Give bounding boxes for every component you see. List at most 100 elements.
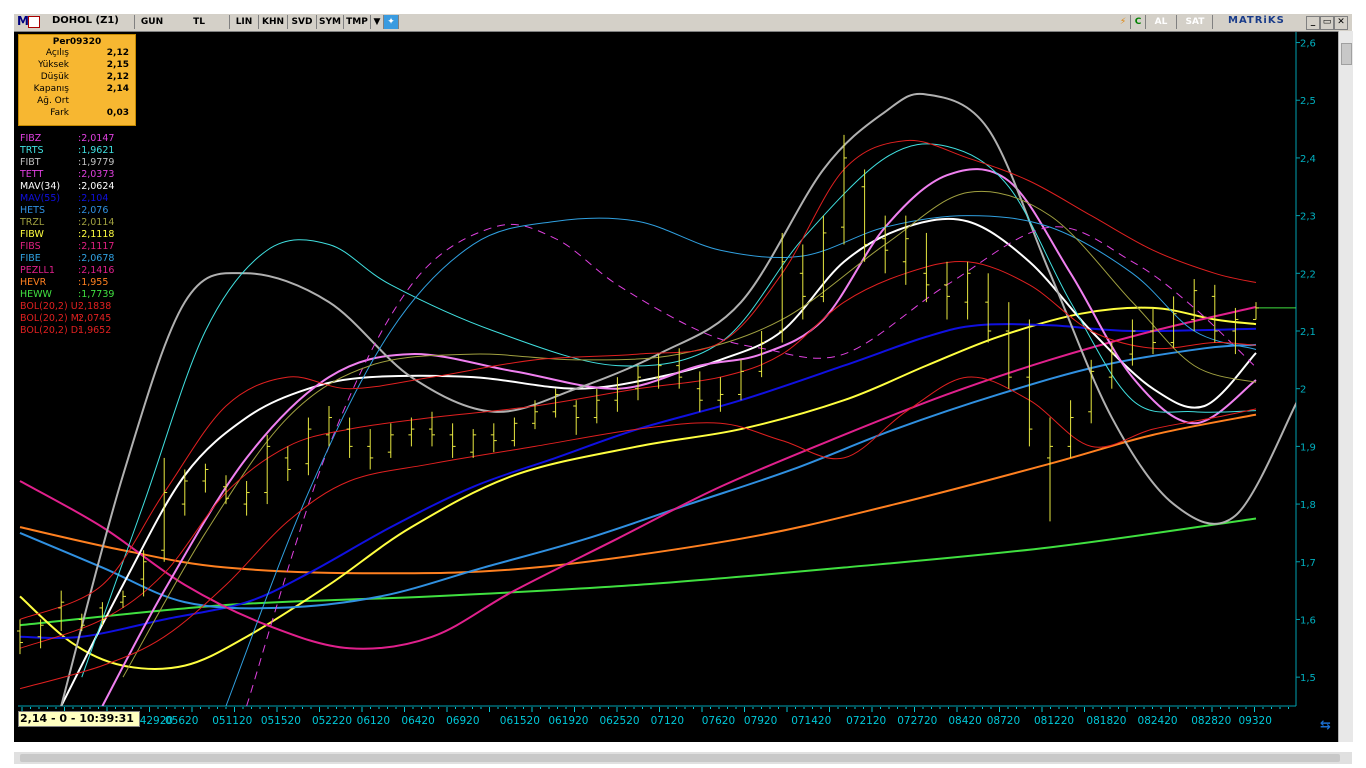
x-tick-label: 072120 xyxy=(846,715,886,727)
x-tick-label: 081820 xyxy=(1086,715,1126,727)
legend-value: :1,9779 xyxy=(78,157,115,168)
x-axis: 2220042920056200511200515200522200612006… xyxy=(18,705,1296,727)
legend-value: :2,076 xyxy=(78,205,109,216)
info-label: Düşük xyxy=(40,72,69,82)
legend-item[interactable]: HEWW:1,7739 xyxy=(20,289,114,301)
legend-name: FIBE xyxy=(20,253,41,264)
legend-item[interactable]: MAV(55):2,104 xyxy=(20,193,114,205)
x-tick-label: 05620 xyxy=(165,715,198,727)
maximize-icon[interactable]: ▭ xyxy=(1320,16,1334,30)
legend-name: MAV(34) xyxy=(20,181,61,192)
legend-item[interactable]: TETT:2,0373 xyxy=(20,169,114,181)
legend-value: :2,0114 xyxy=(78,217,115,228)
y-tick-label: 2 xyxy=(1300,385,1306,396)
x-tick-label: 082820 xyxy=(1191,715,1231,727)
legend-item[interactable]: TRTS:1,9621 xyxy=(20,145,114,157)
twitter-icon[interactable]: ✦ xyxy=(384,15,399,29)
info-label: Fark xyxy=(50,108,69,118)
legend-value: :1,9621 xyxy=(78,145,115,156)
x-tick-label: 06920 xyxy=(446,715,479,727)
legend-item[interactable]: HEVR:1,955 xyxy=(20,277,114,289)
x-tick-label: 07620 xyxy=(702,715,735,727)
price-chart[interactable]: 1,51,61,71,81,922,12,22,32,42,52,6 22200… xyxy=(0,0,1366,768)
legend-name: FIBZ xyxy=(20,133,42,144)
symbol-title[interactable]: DOHOL (Z1) xyxy=(52,15,119,26)
y-tick-label: 2,1 xyxy=(1300,327,1316,338)
legend-name: HEWW xyxy=(20,289,52,300)
info-label: Açılış xyxy=(45,48,69,58)
y-tick-label: 2,3 xyxy=(1300,212,1316,223)
khn-button[interactable]: KHN xyxy=(259,15,288,29)
horizontal-scrollbar[interactable] xyxy=(14,752,1352,764)
info-row-diff: Fark 0,03 xyxy=(19,107,135,119)
vertical-scrollbar[interactable] xyxy=(1338,31,1353,742)
legend-item[interactable]: HETS:2,076 xyxy=(20,205,114,217)
x-tick-label: 081220 xyxy=(1034,715,1074,727)
legend-item[interactable]: BOL(20,2) U:2,1838 xyxy=(20,301,114,313)
x-tick-label: 06120 xyxy=(357,715,390,727)
buy-button[interactable]: AL xyxy=(1146,15,1177,29)
x-tick-label: 08420 xyxy=(948,715,981,727)
plot-area xyxy=(18,31,1296,706)
currency-button[interactable]: TL xyxy=(169,15,230,29)
legend-name: BOL(20,2) D: xyxy=(20,325,82,336)
refresh-icon[interactable]: C xyxy=(1131,15,1146,29)
period-button[interactable]: GUN xyxy=(134,15,170,29)
sell-button[interactable]: SAT xyxy=(1178,15,1213,29)
dropdown-arrow-icon[interactable]: ▼ xyxy=(371,15,384,29)
x-tick-label: 072720 xyxy=(897,715,937,727)
y-tick-label: 1,5 xyxy=(1300,673,1316,684)
y-tick-label: 1,6 xyxy=(1300,615,1316,626)
chart-type-icon[interactable] xyxy=(28,16,40,28)
legend-value: :2,104 xyxy=(78,193,109,204)
info-row-wavg: Ağ. Ort xyxy=(19,95,135,107)
toolbar: M DOHOL (Z1) GUN TL LIN KHN SVD SYM TMP … xyxy=(14,14,1352,32)
legend-item[interactable]: BOL(20,2) D:1,9652 xyxy=(20,325,114,337)
legend-item[interactable]: FIBS :2,1117 xyxy=(20,241,114,253)
info-value: 2,14 xyxy=(106,84,129,94)
info-value: 2,15 xyxy=(106,60,129,70)
legend-value: :2,0624 xyxy=(78,181,115,192)
legend-item[interactable]: FIBZ:2,0147 xyxy=(20,133,114,145)
legend-item[interactable]: FIBW :2,1118 xyxy=(20,229,114,241)
x-tick-label: 061920 xyxy=(548,715,588,727)
lin-button[interactable]: LIN xyxy=(230,15,259,29)
y-tick-label: 2,4 xyxy=(1300,154,1316,165)
legend-item[interactable]: MAV(34) :2,0624 xyxy=(20,181,114,193)
info-period: Per09320 xyxy=(52,37,102,47)
legend-value: 2,1838 xyxy=(78,301,112,312)
x-tick-label: 051120 xyxy=(212,715,252,727)
y-tick-label: 2,5 xyxy=(1300,96,1316,107)
svd-button[interactable]: SVD xyxy=(288,15,317,29)
legend-item[interactable]: FIBE:2,0678 xyxy=(20,253,114,265)
scroll-thumb[interactable] xyxy=(20,754,1340,762)
scroll-thumb[interactable] xyxy=(1341,43,1352,65)
legend-value: :2,1118 xyxy=(78,229,115,240)
legend-item[interactable]: TRZL:2,0114 xyxy=(20,217,114,229)
y-tick-label: 2,2 xyxy=(1300,269,1316,280)
x-tick-label: 061520 xyxy=(500,715,540,727)
x-tick-label: 06420 xyxy=(401,715,434,727)
info-row-high: Yüksek 2,15 xyxy=(19,59,135,71)
legend-item[interactable]: BOL(20,2) M:2,0745 xyxy=(20,313,114,325)
close-icon[interactable]: ✕ xyxy=(1334,16,1348,30)
legend-name: PEZLL1 xyxy=(20,265,55,276)
legend-value: :2,1416 xyxy=(78,265,115,276)
legend-value: 1,9652 xyxy=(78,325,112,336)
info-value: 2,12 xyxy=(106,72,129,82)
minimize-icon[interactable]: _ xyxy=(1306,16,1320,30)
info-row-low: Düşük 2,12 xyxy=(19,71,135,83)
legend-item[interactable]: PEZLL1 :2,1416 xyxy=(20,265,114,277)
legend-name: FIBS xyxy=(20,241,41,252)
sym-button[interactable]: SYM xyxy=(317,15,344,29)
settings-icon[interactable]: ⇆ xyxy=(1320,718,1336,734)
legend-value: :1,955 xyxy=(78,277,109,288)
legend-name: FIBW xyxy=(20,229,44,240)
legend-value: :2,1117 xyxy=(78,241,115,252)
legend-item[interactable]: FIBT:1,9779 xyxy=(20,157,114,169)
legend-value: :2,0373 xyxy=(78,169,115,180)
info-label: Kapanış xyxy=(33,84,69,94)
lightning-icon[interactable]: ⚡ xyxy=(1116,15,1131,29)
info-row-open: Açılış 2,12 xyxy=(19,47,135,59)
tmp-button[interactable]: TMP xyxy=(344,15,371,29)
